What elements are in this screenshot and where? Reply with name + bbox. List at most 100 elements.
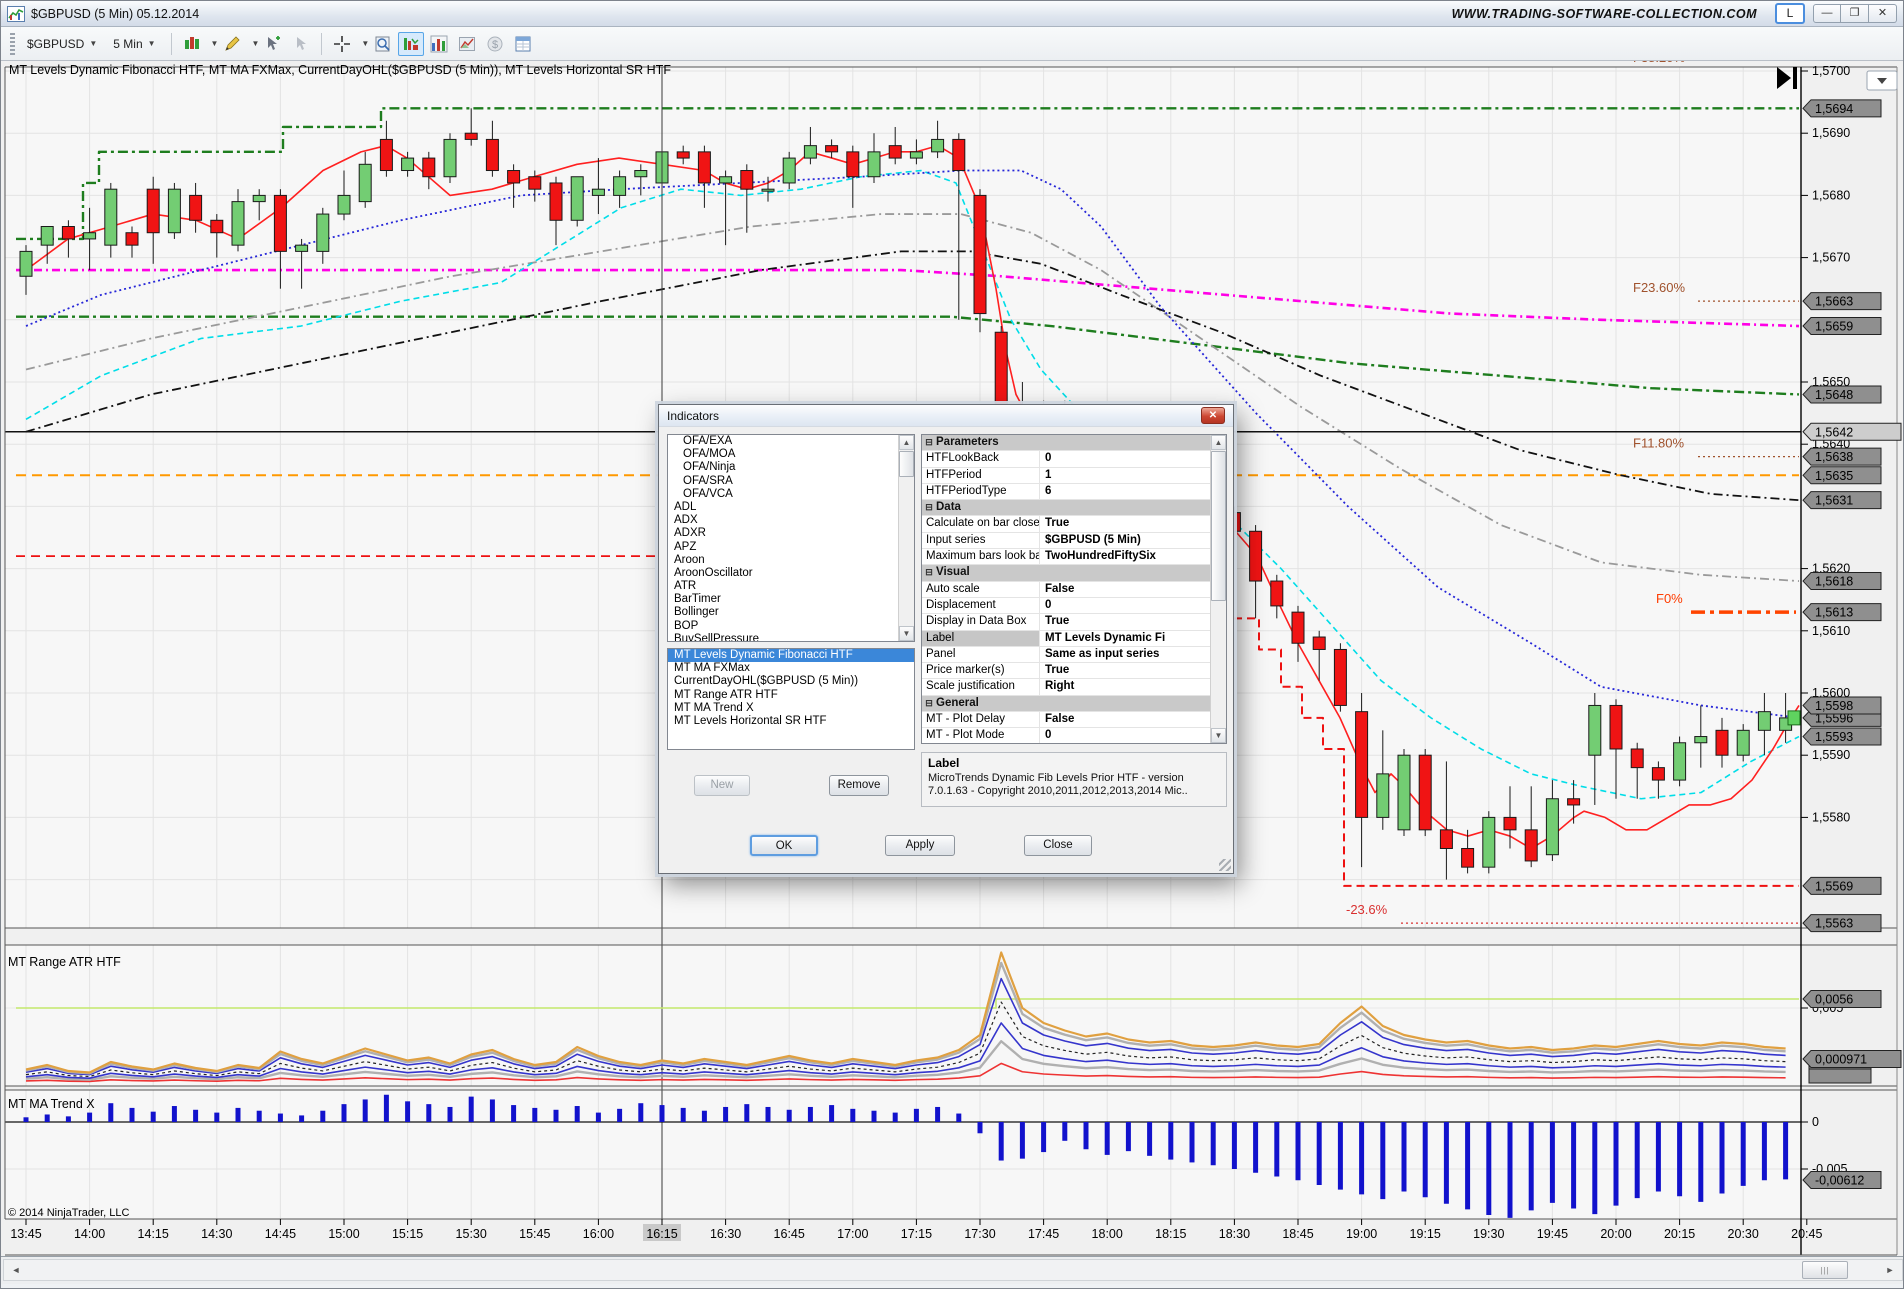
property-row[interactable]: PanelSame as input series (922, 647, 1211, 663)
apply-button[interactable]: Apply (885, 835, 955, 856)
indicator-list-item[interactable]: ATR (668, 580, 914, 593)
property-value[interactable]: TwoHundredFiftySix (1040, 549, 1211, 564)
market-analyzer-button[interactable] (426, 32, 452, 56)
indicator-list-item[interactable]: APZ (668, 541, 914, 554)
chevron-down-icon[interactable]: ▼ (211, 39, 219, 48)
property-value[interactable]: False (1040, 582, 1211, 597)
property-value[interactable]: MT Levels Dynamic Fi (1040, 631, 1211, 646)
indicator-list-item[interactable]: AroonOscillator (668, 567, 914, 580)
property-value[interactable]: Same as input series (1040, 647, 1211, 662)
property-category-row[interactable]: ⊟General (922, 696, 1211, 712)
property-value[interactable]: 6 (1040, 484, 1211, 499)
restore-button[interactable]: ❐ (1841, 4, 1869, 23)
property-row[interactable]: Displacement0 (922, 598, 1211, 614)
ok-button[interactable]: OK (750, 835, 818, 856)
collapse-icon[interactable]: ⊟ (922, 435, 936, 450)
property-row[interactable]: Auto scaleFalse (922, 582, 1211, 598)
property-value[interactable]: Right (1040, 679, 1211, 694)
property-value[interactable]: 0 (1040, 728, 1211, 743)
period-dropdown[interactable]: 5 Min ▼ (106, 34, 162, 54)
property-row[interactable]: Scale justificationRight (922, 679, 1211, 695)
resize-grip[interactable] (1219, 859, 1231, 871)
indicator-list-item[interactable]: OFA/MOA (668, 448, 914, 461)
drawing-tools-button[interactable] (219, 32, 245, 56)
indicator-list-item[interactable]: OFA/Ninja (668, 461, 914, 474)
properties-scrollbar[interactable]: ▲ ▼ (1210, 435, 1226, 743)
indicator-list-item[interactable]: ADXR (668, 527, 914, 540)
indicator-list-item[interactable]: BOP (668, 620, 914, 633)
indicator-list-item[interactable]: BuySellPressure (668, 633, 914, 642)
data-grid-button[interactable] (510, 32, 536, 56)
applied-indicator-item[interactable]: MT Levels Dynamic Fibonacci HTF (668, 649, 914, 662)
property-value[interactable]: 1 (1040, 468, 1211, 483)
applied-indicator-item[interactable]: MT MA Trend X (668, 702, 914, 715)
chevron-down-icon[interactable]: ▼ (251, 39, 259, 48)
scroll-up-arrow[interactable]: ▲ (899, 435, 914, 450)
property-value[interactable]: True (1040, 614, 1211, 629)
scroll-up-arrow[interactable]: ▲ (1211, 435, 1226, 450)
add-indicator-button[interactable] (260, 32, 286, 56)
indicator-list-item[interactable]: BarTimer (668, 593, 914, 606)
available-indicators-list[interactable]: OFA/EXAOFA/MOAOFA/NinjaOFA/SRAOFA/VCAADL… (667, 434, 915, 642)
property-row[interactable]: MT - Plot Mode0 (922, 728, 1211, 744)
property-value[interactable]: True (1040, 516, 1211, 531)
toolbar-grip[interactable] (10, 33, 15, 55)
property-row[interactable]: HTFPeriodType6 (922, 484, 1211, 500)
property-row[interactable]: Maximum bars look baTwoHundredFiftySix (922, 549, 1211, 565)
dialog-close-button[interactable]: ✕ (1201, 407, 1225, 424)
scrollbar-track[interactable]: ◄ ||| ► (3, 1259, 1903, 1281)
instrument-dropdown[interactable]: $GBPUSD ▼ (20, 34, 104, 54)
pointer-button[interactable] (288, 32, 314, 56)
chart-trader-button[interactable] (398, 32, 424, 56)
indicator-list-item[interactable]: ADL (668, 501, 914, 514)
scroll-left-arrow[interactable]: ◄ (8, 1263, 24, 1277)
indicator-list-item[interactable]: Bollinger (668, 606, 914, 619)
l-button[interactable]: L (1775, 3, 1805, 24)
applied-indicator-item[interactable]: MT Range ATR HTF (668, 689, 914, 702)
indicator-list-item[interactable]: OFA/SRA (668, 475, 914, 488)
scrollbar-thumb[interactable] (1211, 451, 1226, 601)
property-row[interactable]: HTFPeriod1 (922, 468, 1211, 484)
dialog-close-action-button[interactable]: Close (1024, 835, 1092, 856)
property-row[interactable]: Price marker(s)True (922, 663, 1211, 679)
indicator-properties-grid[interactable]: ⊟ParametersHTFLookBack0HTFPeriod1HTFPeri… (921, 434, 1227, 744)
property-category-row[interactable]: ⊟Parameters (922, 435, 1211, 451)
collapse-icon[interactable]: ⊟ (922, 565, 936, 580)
scrollbar-thumb[interactable]: ||| (1802, 1261, 1848, 1279)
dialog-title-bar[interactable]: Indicators ✕ (659, 405, 1233, 427)
applied-indicator-item[interactable]: MT Levels Horizontal SR HTF (668, 715, 914, 728)
property-value[interactable]: False (1040, 712, 1211, 727)
scrollbar-thumb[interactable] (899, 451, 914, 477)
property-row[interactable]: HTFLookBack0 (922, 451, 1211, 467)
available-list-scrollbar[interactable]: ▲ ▼ (898, 435, 914, 641)
property-row[interactable]: MT - Plot DelayFalse (922, 712, 1211, 728)
zoom-button[interactable] (370, 32, 396, 56)
applied-indicator-item[interactable]: CurrentDayOHL($GBPUSD (5 Min)) (668, 675, 914, 688)
property-value[interactable]: True (1040, 663, 1211, 678)
indicator-list-item[interactable]: OFA/EXA (668, 435, 914, 448)
close-button[interactable]: ✕ (1869, 4, 1897, 23)
indicator-list-item[interactable]: ADX (668, 514, 914, 527)
remove-button[interactable]: Remove (829, 775, 889, 796)
applied-indicator-item[interactable]: MT MA FXMax (668, 662, 914, 675)
property-value[interactable]: 0 (1040, 598, 1211, 613)
title-bar[interactable]: $GBPUSD (5 Min) 05.12.2014 WWW.TRADING-S… (1, 1, 1903, 27)
scroll-down-arrow[interactable]: ▼ (899, 626, 914, 641)
property-row[interactable]: Display in Data BoxTrue (922, 614, 1211, 630)
minimize-button[interactable]: — (1813, 4, 1841, 23)
scroll-right-arrow[interactable]: ► (1882, 1263, 1898, 1277)
indicator-list-item[interactable]: Aroon (668, 554, 914, 567)
property-category-row[interactable]: ⊟Data (922, 500, 1211, 516)
collapse-icon[interactable]: ⊟ (922, 696, 936, 711)
applied-indicators-list[interactable]: MT Levels Dynamic Fibonacci HTFMT MA FXM… (667, 648, 915, 750)
property-category-row[interactable]: ⊟Visual (922, 565, 1211, 581)
snapshot-button[interactable] (454, 32, 480, 56)
new-button[interactable]: New (694, 775, 750, 796)
property-value[interactable]: 0 (1040, 451, 1211, 466)
property-row[interactable]: LabelMT Levels Dynamic Fi (922, 631, 1211, 647)
bar-type-button[interactable] (179, 32, 205, 56)
account-data-button[interactable]: $ (482, 32, 508, 56)
indicator-list-item[interactable]: OFA/VCA (668, 488, 914, 501)
cursor-mode-button[interactable] (329, 32, 355, 56)
chevron-down-icon[interactable]: ▼ (361, 39, 369, 48)
